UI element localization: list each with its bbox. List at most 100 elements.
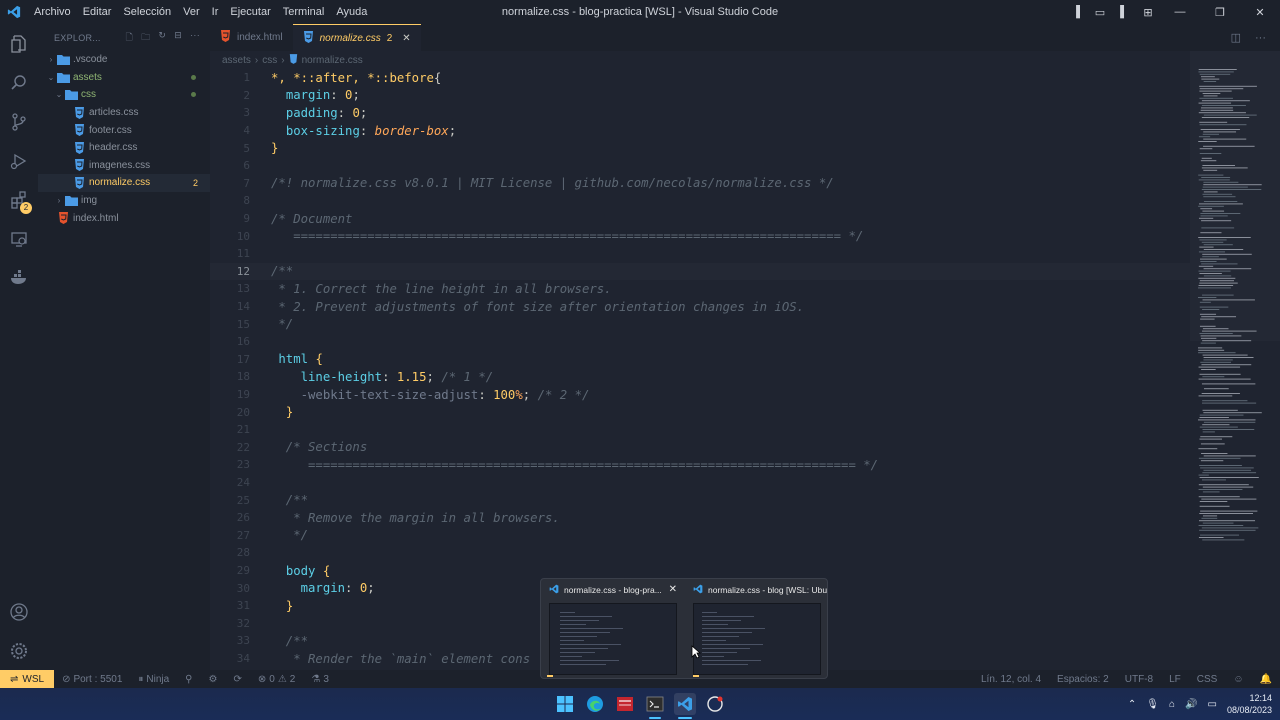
- code-line[interactable]: 2 margin: 0;: [210, 87, 1190, 105]
- cursor-position[interactable]: Lín. 12, col. 4: [973, 674, 1049, 685]
- run-debug-icon[interactable]: [0, 141, 38, 180]
- code-line[interactable]: 24: [210, 474, 1190, 492]
- close-window-button[interactable]: ✕: [1240, 6, 1280, 19]
- more-actions-icon[interactable]: ···: [190, 30, 200, 46]
- end-of-line[interactable]: LF: [1161, 674, 1189, 685]
- indentation[interactable]: Espacios: 2: [1049, 674, 1117, 685]
- live-server-port[interactable]: ⊘ Port : 5501: [54, 674, 130, 685]
- terminal-app-icon[interactable]: [644, 693, 666, 719]
- problems-indicator[interactable]: ⊗ 0 ⚠ 2: [250, 674, 303, 685]
- code-line[interactable]: 29 body {: [210, 562, 1190, 580]
- new-folder-icon[interactable]: 🗀: [141, 30, 150, 46]
- file-item[interactable]: imagenes.css: [38, 157, 210, 175]
- start-button[interactable]: [554, 693, 576, 715]
- window-preview-card[interactable]: normalize.css - blog [WSL: Ubu...: [687, 579, 827, 678]
- customize-layout-icon[interactable]: ⊞: [1136, 6, 1160, 19]
- code-line[interactable]: 11: [210, 245, 1190, 263]
- code-line[interactable]: 26 * Remove the margin in all browsers.: [210, 509, 1190, 527]
- menu-item[interactable]: Editar: [77, 0, 118, 24]
- minimap[interactable]: [1190, 51, 1280, 670]
- explorer-icon[interactable]: [0, 24, 38, 63]
- chevron-up-icon[interactable]: ⌃: [1128, 699, 1136, 710]
- github-desktop-icon[interactable]: [704, 693, 726, 715]
- code-line[interactable]: 3 padding: 0;: [210, 104, 1190, 122]
- minimize-button[interactable]: —: [1160, 6, 1200, 18]
- code-line[interactable]: 1 *, *::after, *::before{: [210, 69, 1190, 87]
- code-line[interactable]: 17 html {: [210, 351, 1190, 369]
- settings-gear-icon[interactable]: [0, 631, 38, 670]
- editor-tab[interactable]: normalize.css 2 ✕: [292, 24, 421, 51]
- toggle-sidebar-icon[interactable]: ▐: [1064, 6, 1088, 18]
- code-line[interactable]: 21: [210, 421, 1190, 439]
- file-item[interactable]: normalize.css 2: [38, 174, 210, 192]
- source-control-icon[interactable]: [0, 102, 38, 141]
- file-item[interactable]: header.css: [38, 139, 210, 157]
- code-line[interactable]: 9 /* Document: [210, 210, 1190, 228]
- folder-item[interactable]: › img: [38, 192, 210, 210]
- code-line[interactable]: 15 */: [210, 315, 1190, 333]
- account-icon[interactable]: [0, 592, 38, 631]
- file-item[interactable]: index.html: [38, 209, 210, 227]
- ninja-status[interactable]: ⏸ Ninja: [130, 674, 177, 685]
- collapse-all-icon[interactable]: ⊟: [174, 30, 182, 46]
- code-line[interactable]: 18 line-height: 1.15; /* 1 */: [210, 368, 1190, 386]
- feedback-icon[interactable]: ☺: [1225, 674, 1251, 685]
- remote-explorer-icon[interactable]: [0, 219, 38, 258]
- code-line[interactable]: 28: [210, 544, 1190, 562]
- menu-item[interactable]: Terminal: [277, 0, 331, 24]
- file-item[interactable]: footer.css: [38, 121, 210, 139]
- code-line[interactable]: 25 /**: [210, 491, 1190, 509]
- close-tab-icon[interactable]: ✕: [402, 33, 410, 44]
- extra-indicator[interactable]: ⚗ 3: [303, 674, 337, 685]
- menu-item[interactable]: Ver: [177, 0, 206, 24]
- encoding[interactable]: UTF-8: [1117, 674, 1161, 685]
- code-line[interactable]: 13 * 1. Correct the line height in all b…: [210, 280, 1190, 298]
- sync-icon[interactable]: ⟳: [225, 674, 249, 685]
- code-line[interactable]: 5}: [210, 139, 1190, 157]
- menu-item[interactable]: Ayuda: [330, 0, 373, 24]
- refresh-icon[interactable]: ↻: [158, 30, 166, 46]
- close-preview-icon[interactable]: ✕: [669, 584, 677, 595]
- more-actions-icon[interactable]: ···: [1255, 32, 1266, 44]
- remote-indicator[interactable]: ⇌ WSL: [0, 670, 55, 688]
- code-line[interactable]: 14 * 2. Prevent adjustments of font size…: [210, 298, 1190, 316]
- folder-item[interactable]: ⌄ css: [38, 86, 210, 104]
- window-preview-card[interactable]: normalize.css - blog-pra... ✕: [543, 579, 683, 678]
- code-line[interactable]: 20 }: [210, 403, 1190, 421]
- code-line[interactable]: 27 */: [210, 527, 1190, 545]
- code-line[interactable]: 16: [210, 333, 1190, 351]
- breadcrumb-item[interactable]: normalize.css: [302, 55, 363, 66]
- code-line[interactable]: 8: [210, 192, 1190, 210]
- new-file-icon[interactable]: 🗋: [126, 30, 134, 46]
- menu-item[interactable]: Archivo: [28, 0, 77, 24]
- clock[interactable]: 12:14 08/08/2023: [1227, 692, 1272, 716]
- file-item[interactable]: articles.css: [38, 104, 210, 122]
- vscode-taskbar-icon[interactable]: [674, 693, 696, 719]
- code-line[interactable]: 19 -webkit-text-size-adjust: 100%; /* 2 …: [210, 386, 1190, 404]
- search-icon[interactable]: [0, 63, 38, 102]
- docker-icon[interactable]: [0, 258, 38, 297]
- folder-item[interactable]: › .vscode: [38, 51, 210, 69]
- menu-item[interactable]: Ir: [206, 0, 225, 24]
- volume-icon[interactable]: 🔊: [1185, 699, 1197, 710]
- language-mode[interactable]: CSS: [1189, 674, 1226, 685]
- microphone-icon[interactable]: 🎙: [1146, 699, 1159, 710]
- code-line[interactable]: 6: [210, 157, 1190, 175]
- menu-item[interactable]: Selección: [117, 0, 177, 24]
- toggle-panel-icon[interactable]: ▭: [1088, 6, 1112, 19]
- network-icon[interactable]: ⌂: [1169, 699, 1175, 710]
- code-line[interactable]: 23 =====================================…: [210, 456, 1190, 474]
- folder-item[interactable]: ⌄ assets: [38, 69, 210, 87]
- notifications-icon[interactable]: 🔔: [1252, 674, 1280, 685]
- edge-browser-icon[interactable]: [584, 693, 606, 715]
- breadcrumb-item[interactable]: assets: [222, 55, 251, 66]
- battery-icon[interactable]: ▭: [1208, 699, 1217, 710]
- extensions-icon[interactable]: 2: [0, 180, 38, 219]
- tool-icon-2[interactable]: ⚙: [201, 674, 226, 685]
- menu-item[interactable]: Ejecutar: [224, 0, 276, 24]
- toggle-secondary-sidebar-icon[interactable]: ▌: [1112, 6, 1136, 18]
- code-line[interactable]: 7 /*! normalize.css v8.0.1 | MIT License …: [210, 175, 1190, 193]
- code-line[interactable]: 22 /* Sections: [210, 439, 1190, 457]
- restore-button[interactable]: ❐: [1200, 6, 1240, 19]
- code-line[interactable]: 12 /**: [210, 262, 1190, 281]
